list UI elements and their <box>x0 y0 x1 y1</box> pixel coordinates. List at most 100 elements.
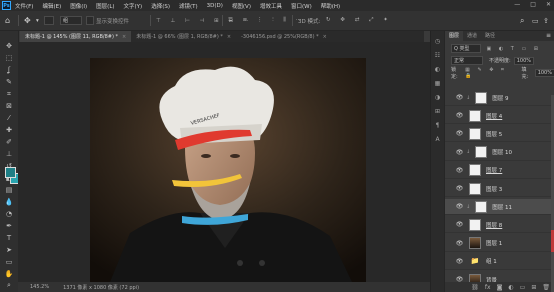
auto-select-checkbox[interactable] <box>44 16 54 25</box>
auto-select-target-dropdown[interactable]: 组 <box>60 16 82 25</box>
eyedropper-tool-icon[interactable]: ⁄ <box>3 113 15 124</box>
color-icon[interactable]: ◐ <box>433 65 442 74</box>
visibility-eye-icon[interactable]: 👁 <box>455 203 464 210</box>
layer-row[interactable]: 👁 图层 7 <box>445 163 554 179</box>
trash-icon[interactable]: 🗑 <box>542 284 550 291</box>
menu-window[interactable]: 窗口(W) <box>291 2 312 10</box>
visibility-eye-icon[interactable]: 👁 <box>455 185 464 192</box>
crop-tool-icon[interactable]: ⌗ <box>3 89 15 100</box>
pen-tool-icon[interactable]: ✒ <box>3 221 15 232</box>
menu-view[interactable]: 视图(V) <box>232 2 251 10</box>
visibility-eye-icon[interactable]: 👁 <box>455 258 464 265</box>
blend-mode-select[interactable]: 正常 <box>451 56 484 65</box>
quick-select-tool-icon[interactable]: ✎ <box>3 77 15 88</box>
close-button[interactable]: ✕ <box>546 1 551 8</box>
menu-type[interactable]: 文字(Y) <box>124 2 143 10</box>
layer-row[interactable]: 👁 📁 组 1 <box>445 254 554 270</box>
layer-row[interactable]: 👁 ↓ 图层 11 <box>445 199 554 216</box>
type-tool-icon[interactable]: T <box>3 233 15 244</box>
visibility-eye-icon[interactable]: 👁 <box>455 112 464 119</box>
panel-menu-icon[interactable]: ≡ <box>546 31 554 41</box>
layer-row[interactable]: 👁 ↓ 图层 9 <box>445 90 554 106</box>
swatches-icon[interactable]: ▦ <box>433 79 442 88</box>
search-icon[interactable]: ⌕ <box>520 15 524 26</box>
hand-tool-icon[interactable]: ✋ <box>3 269 15 280</box>
maximize-button[interactable]: □ <box>530 1 536 8</box>
brush-tool-icon[interactable]: ✐ <box>3 137 15 148</box>
new-layer-icon[interactable]: ⊞ <box>531 284 536 291</box>
foreground-color-swatch[interactable] <box>5 167 16 178</box>
close-icon[interactable]: × <box>323 34 327 40</box>
frame-tool-icon[interactable]: ⊠ <box>3 101 15 112</box>
character-icon[interactable]: A <box>433 135 442 144</box>
menu-filter[interactable]: 滤镜(T) <box>179 2 198 10</box>
menu-edit[interactable]: 编辑(E) <box>42 2 61 10</box>
properties-icon[interactable]: ☷ <box>433 51 442 60</box>
layer-row[interactable]: 👁 图层 4 <box>445 108 554 125</box>
tab-document-1[interactable]: 未标题-1 @ 145% (图层 11, RGB/8#) * × <box>20 31 132 42</box>
blur-tool-icon[interactable]: 💧 <box>3 197 15 208</box>
shape-tool-icon[interactable]: ▭ <box>3 257 15 268</box>
adjustments-icon[interactable]: ◑ <box>433 93 442 102</box>
move-tool-icon[interactable]: ✥ <box>24 15 31 26</box>
adjustment-icon[interactable]: ◐ <box>508 284 513 291</box>
layer-row[interactable]: 👁 图层 5 <box>445 126 554 143</box>
link-icon[interactable]: ⛓ <box>471 284 479 291</box>
menu-image[interactable]: 图像(I) <box>70 2 87 10</box>
chevron-down-icon[interactable]: ▾ <box>36 15 39 26</box>
tab-layers[interactable]: 图层 <box>445 31 464 41</box>
visibility-eye-icon[interactable]: 👁 <box>455 94 464 101</box>
layer-row[interactable]: 👁 图层 8 <box>445 217 554 234</box>
visibility-eye-icon[interactable]: 👁 <box>455 240 464 247</box>
lock-icons[interactable]: ▦ ✎ ✥ ⌗ 🔒 <box>465 67 513 79</box>
document-canvas[interactable]: VERSACHEF <box>90 58 366 282</box>
minimize-button[interactable]: — <box>514 1 520 8</box>
workspace-icon[interactable]: ▭ <box>532 15 539 26</box>
menu-select[interactable]: 选择(S) <box>151 2 170 10</box>
filter-icons[interactable]: ▣ ◐ T ▭ ⊞ <box>487 46 541 52</box>
visibility-eye-icon[interactable]: 👁 <box>455 149 464 156</box>
healing-brush-tool-icon[interactable]: ✚ <box>3 125 15 136</box>
zoom-level[interactable]: 145.2% <box>30 284 49 290</box>
tab-document-2[interactable]: 未标题-1 @ 66% (图层 1, RGB/8#) * × <box>131 31 236 42</box>
close-icon[interactable]: × <box>227 34 231 40</box>
close-icon[interactable]: × <box>122 34 126 40</box>
menu-plugins[interactable]: 增效工具 <box>260 2 282 10</box>
stamp-tool-icon[interactable]: ⊥ <box>3 149 15 160</box>
history-icon[interactable]: ◷ <box>433 37 442 46</box>
show-transform-checkbox[interactable] <box>86 16 94 25</box>
paragraph-icon[interactable]: ¶ <box>433 121 442 130</box>
move-tool-icon[interactable]: ✥ <box>3 41 15 52</box>
fx-icon[interactable]: fx <box>485 284 491 291</box>
visibility-eye-icon[interactable]: 👁 <box>455 167 464 174</box>
group-icon[interactable]: ▭ <box>520 284 526 291</box>
libraries-icon[interactable]: ⊞ <box>433 107 442 116</box>
dodge-tool-icon[interactable]: ◔ <box>3 209 15 220</box>
tab-document-3[interactable]: -3046156.psd @ 25%(RGB/8) * × <box>236 31 332 42</box>
lasso-tool-icon[interactable]: ʆ <box>3 65 15 76</box>
fill-input[interactable]: 100% <box>534 68 554 77</box>
distribute-icons[interactable]: ☰ ≡ ⋮ ⫶ ⫼ ⋯ <box>228 15 305 26</box>
share-icon[interactable]: ⇪ <box>543 15 549 26</box>
layer-row[interactable]: 👁 图层 1 <box>445 236 554 252</box>
layer-row[interactable]: 👁 ↓ 图层 10 <box>445 145 554 161</box>
3d-mode-icons[interactable]: ↻ ✥ ⇄ ⤢ ✦ <box>326 15 392 26</box>
tab-channels[interactable]: 通道 <box>463 31 481 41</box>
path-select-tool-icon[interactable]: ➤ <box>3 245 15 256</box>
menu-help[interactable]: 帮助(H) <box>321 2 340 10</box>
menu-3d[interactable]: 3D(D) <box>207 3 223 9</box>
mask-icon[interactable]: ◙ <box>497 284 503 291</box>
opacity-input[interactable]: 100% <box>513 56 534 65</box>
layer-row[interactable]: 👁 图层 3 <box>445 181 554 197</box>
marquee-tool-icon[interactable]: ⬚ <box>3 53 15 64</box>
visibility-eye-icon[interactable]: 👁 <box>455 130 464 137</box>
divider <box>222 15 223 26</box>
tab-paths[interactable]: 路径 <box>481 31 499 41</box>
layer-kind-filter[interactable]: Q 类型 <box>451 44 481 53</box>
menu-layer[interactable]: 图层(L) <box>96 2 114 10</box>
menu-file[interactable]: 文件(F) <box>15 2 33 10</box>
visibility-eye-icon[interactable]: 👁 <box>455 221 464 228</box>
home-icon[interactable]: ⌂ <box>5 15 10 26</box>
gradient-tool-icon[interactable]: ▤ <box>3 185 15 196</box>
zoom-tool-icon[interactable]: ⌕ <box>3 280 15 291</box>
